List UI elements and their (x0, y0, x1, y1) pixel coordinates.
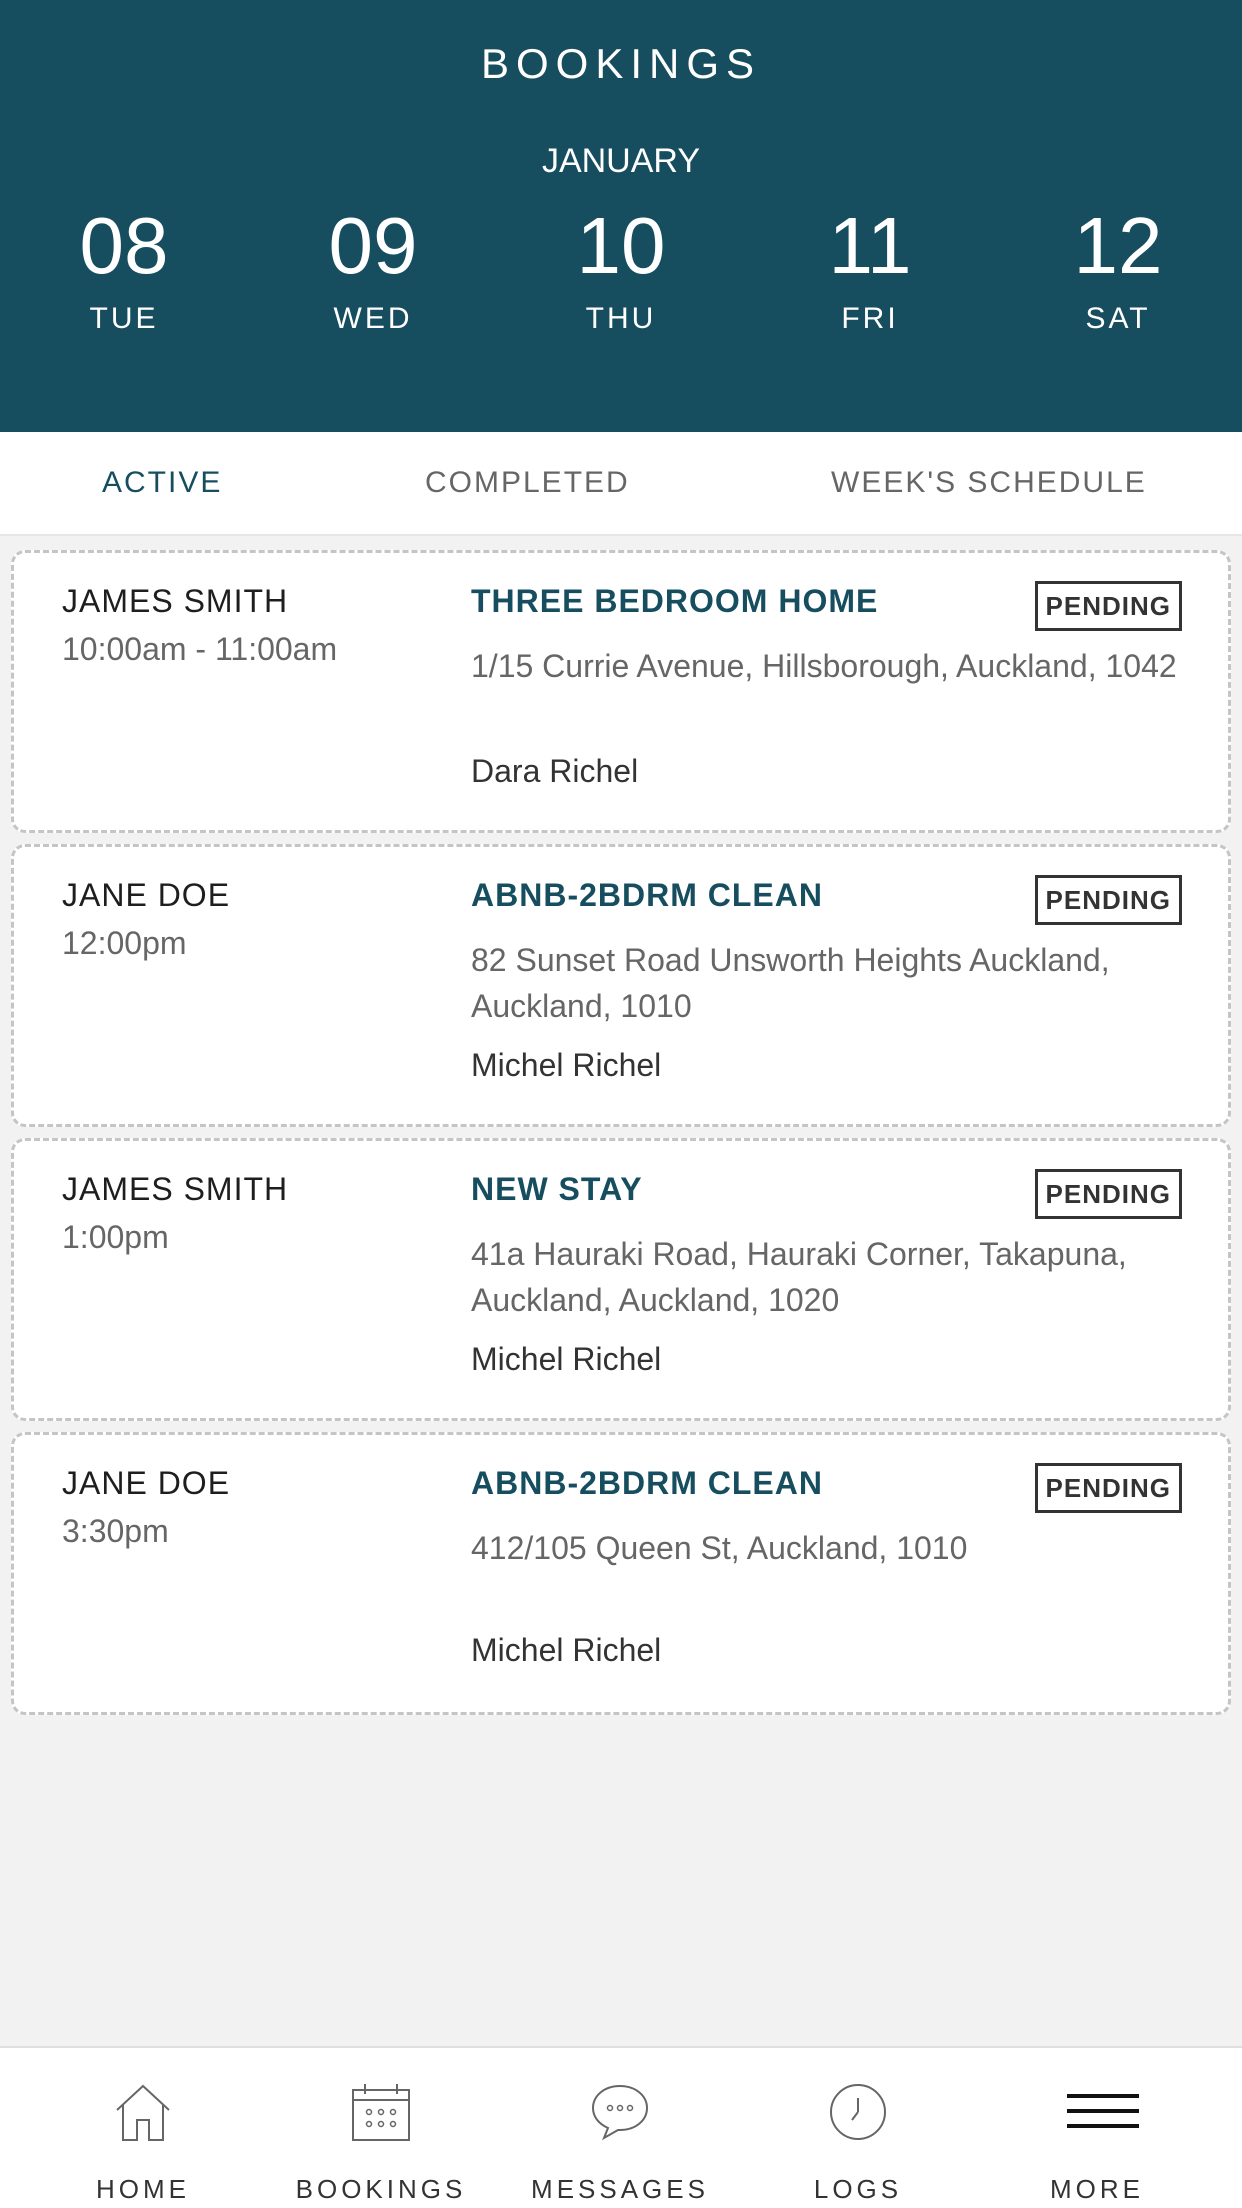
date-strip: 08 TUE 09 WED 10 THU 11 FRI 12 SAT (0, 198, 1242, 348)
hamburger-menu-icon (1067, 2094, 1139, 2128)
service-name: ABNB-2BDRM CLEAN (471, 877, 823, 913)
clock-icon (830, 2084, 886, 2140)
booking-card[interactable]: JAMES SMITH 1:00pm NEW STAY PENDING 41a … (11, 1138, 1231, 1421)
booking-card[interactable]: JANE DOE 3:30pm ABNB-2BDRM CLEAN PENDING… (11, 1432, 1231, 1715)
booking-address: 41a Hauraki Road, Hauraki Corner, Takapu… (471, 1236, 1127, 1318)
service-name: NEW STAY (471, 1171, 643, 1207)
booking-time: 12:00pm (62, 925, 187, 961)
home-icon (116, 2084, 170, 2141)
client-name: JAMES SMITH (62, 583, 289, 619)
status-badge: PENDING (1034, 581, 1182, 631)
booking-address: 412/105 Queen St, Auckland, 1010 (471, 1530, 968, 1566)
assigned-staff: Michel Richel (471, 1632, 662, 1668)
date-number: 11 (828, 201, 912, 290)
date-item-10[interactable]: 10 THU (521, 198, 721, 336)
date-number: 10 (576, 201, 666, 290)
month-label: JANUARY (541, 142, 701, 180)
nav-messages-label: MESSAGES (531, 2174, 709, 2204)
nav-logs-label: LOGS (813, 2174, 903, 2204)
nav-more[interactable]: MORE (987, 2048, 1207, 2208)
service-name: THREE BEDROOM HOME (471, 583, 879, 619)
service-name: ABNB-2BDRM CLEAN (471, 1465, 823, 1501)
bottom-navigation: HOME BOOKINGS MESSAGES LOGS MORE (0, 2046, 1242, 2208)
date-weekday: FRI (841, 302, 899, 335)
assigned-staff: Michel Richel (471, 1047, 662, 1083)
status-badge: PENDING (1034, 1463, 1182, 1513)
nav-messages[interactable]: MESSAGES (510, 2048, 730, 2208)
status-badge: PENDING (1034, 875, 1182, 925)
date-weekday: WED (333, 302, 413, 335)
date-number: 08 (79, 201, 169, 290)
booking-time: 3:30pm (62, 1513, 169, 1549)
nav-home[interactable]: HOME (33, 2048, 253, 2208)
bookings-header: BOOKINGS JANUARY 08 TUE 09 WED 10 THU 11… (0, 0, 1242, 432)
date-weekday: TUE (89, 302, 159, 335)
booking-address: 82 Sunset Road Unsworth Heights Auckland… (471, 942, 1110, 1024)
date-item-09[interactable]: 09 WED (273, 198, 473, 336)
tab-weeks-schedule[interactable]: WEEK'S SCHEDULE (831, 466, 1147, 500)
assigned-staff: Dara Richel (471, 753, 639, 789)
tab-active[interactable]: ACTIVE (102, 466, 222, 500)
tab-completed[interactable]: COMPLETED (425, 466, 630, 500)
nav-home-label: HOME (96, 2174, 190, 2204)
assigned-staff: Michel Richel (471, 1341, 662, 1377)
nav-bookings[interactable]: BOOKINGS (271, 2048, 491, 2208)
nav-more-label: MORE (1050, 2174, 1144, 2204)
date-item-11[interactable]: 11 FRI (770, 198, 970, 336)
booking-card[interactable]: JAMES SMITH 10:00am - 11:00am THREE BEDR… (11, 550, 1231, 833)
date-number: 09 (328, 201, 418, 290)
status-badge: PENDING (1034, 1169, 1182, 1219)
booking-address: 1/15 Currie Avenue, Hillsborough, Auckla… (471, 648, 1177, 684)
booking-time: 1:00pm (62, 1219, 169, 1255)
client-name: JANE DOE (62, 1465, 231, 1501)
date-weekday: THU (585, 302, 657, 335)
client-name: JANE DOE (62, 877, 231, 913)
page-title: BOOKINGS (480, 40, 762, 87)
date-item-08[interactable]: 08 TUE (24, 198, 224, 336)
nav-bookings-label: BOOKINGS (295, 2174, 467, 2204)
chat-bubble-icon (591, 2084, 649, 2141)
nav-logs[interactable]: LOGS (748, 2048, 968, 2208)
date-weekday: SAT (1085, 302, 1151, 335)
date-number: 12 (1073, 201, 1163, 290)
date-item-12[interactable]: 12 SAT (1018, 198, 1218, 336)
calendar-icon (352, 2084, 410, 2141)
booking-tabs: ACTIVE COMPLETED WEEK'S SCHEDULE (0, 432, 1242, 536)
booking-time: 10:00am - 11:00am (62, 631, 338, 667)
client-name: JAMES SMITH (62, 1171, 289, 1207)
booking-card[interactable]: JANE DOE 12:00pm ABNB-2BDRM CLEAN PENDIN… (11, 844, 1231, 1127)
